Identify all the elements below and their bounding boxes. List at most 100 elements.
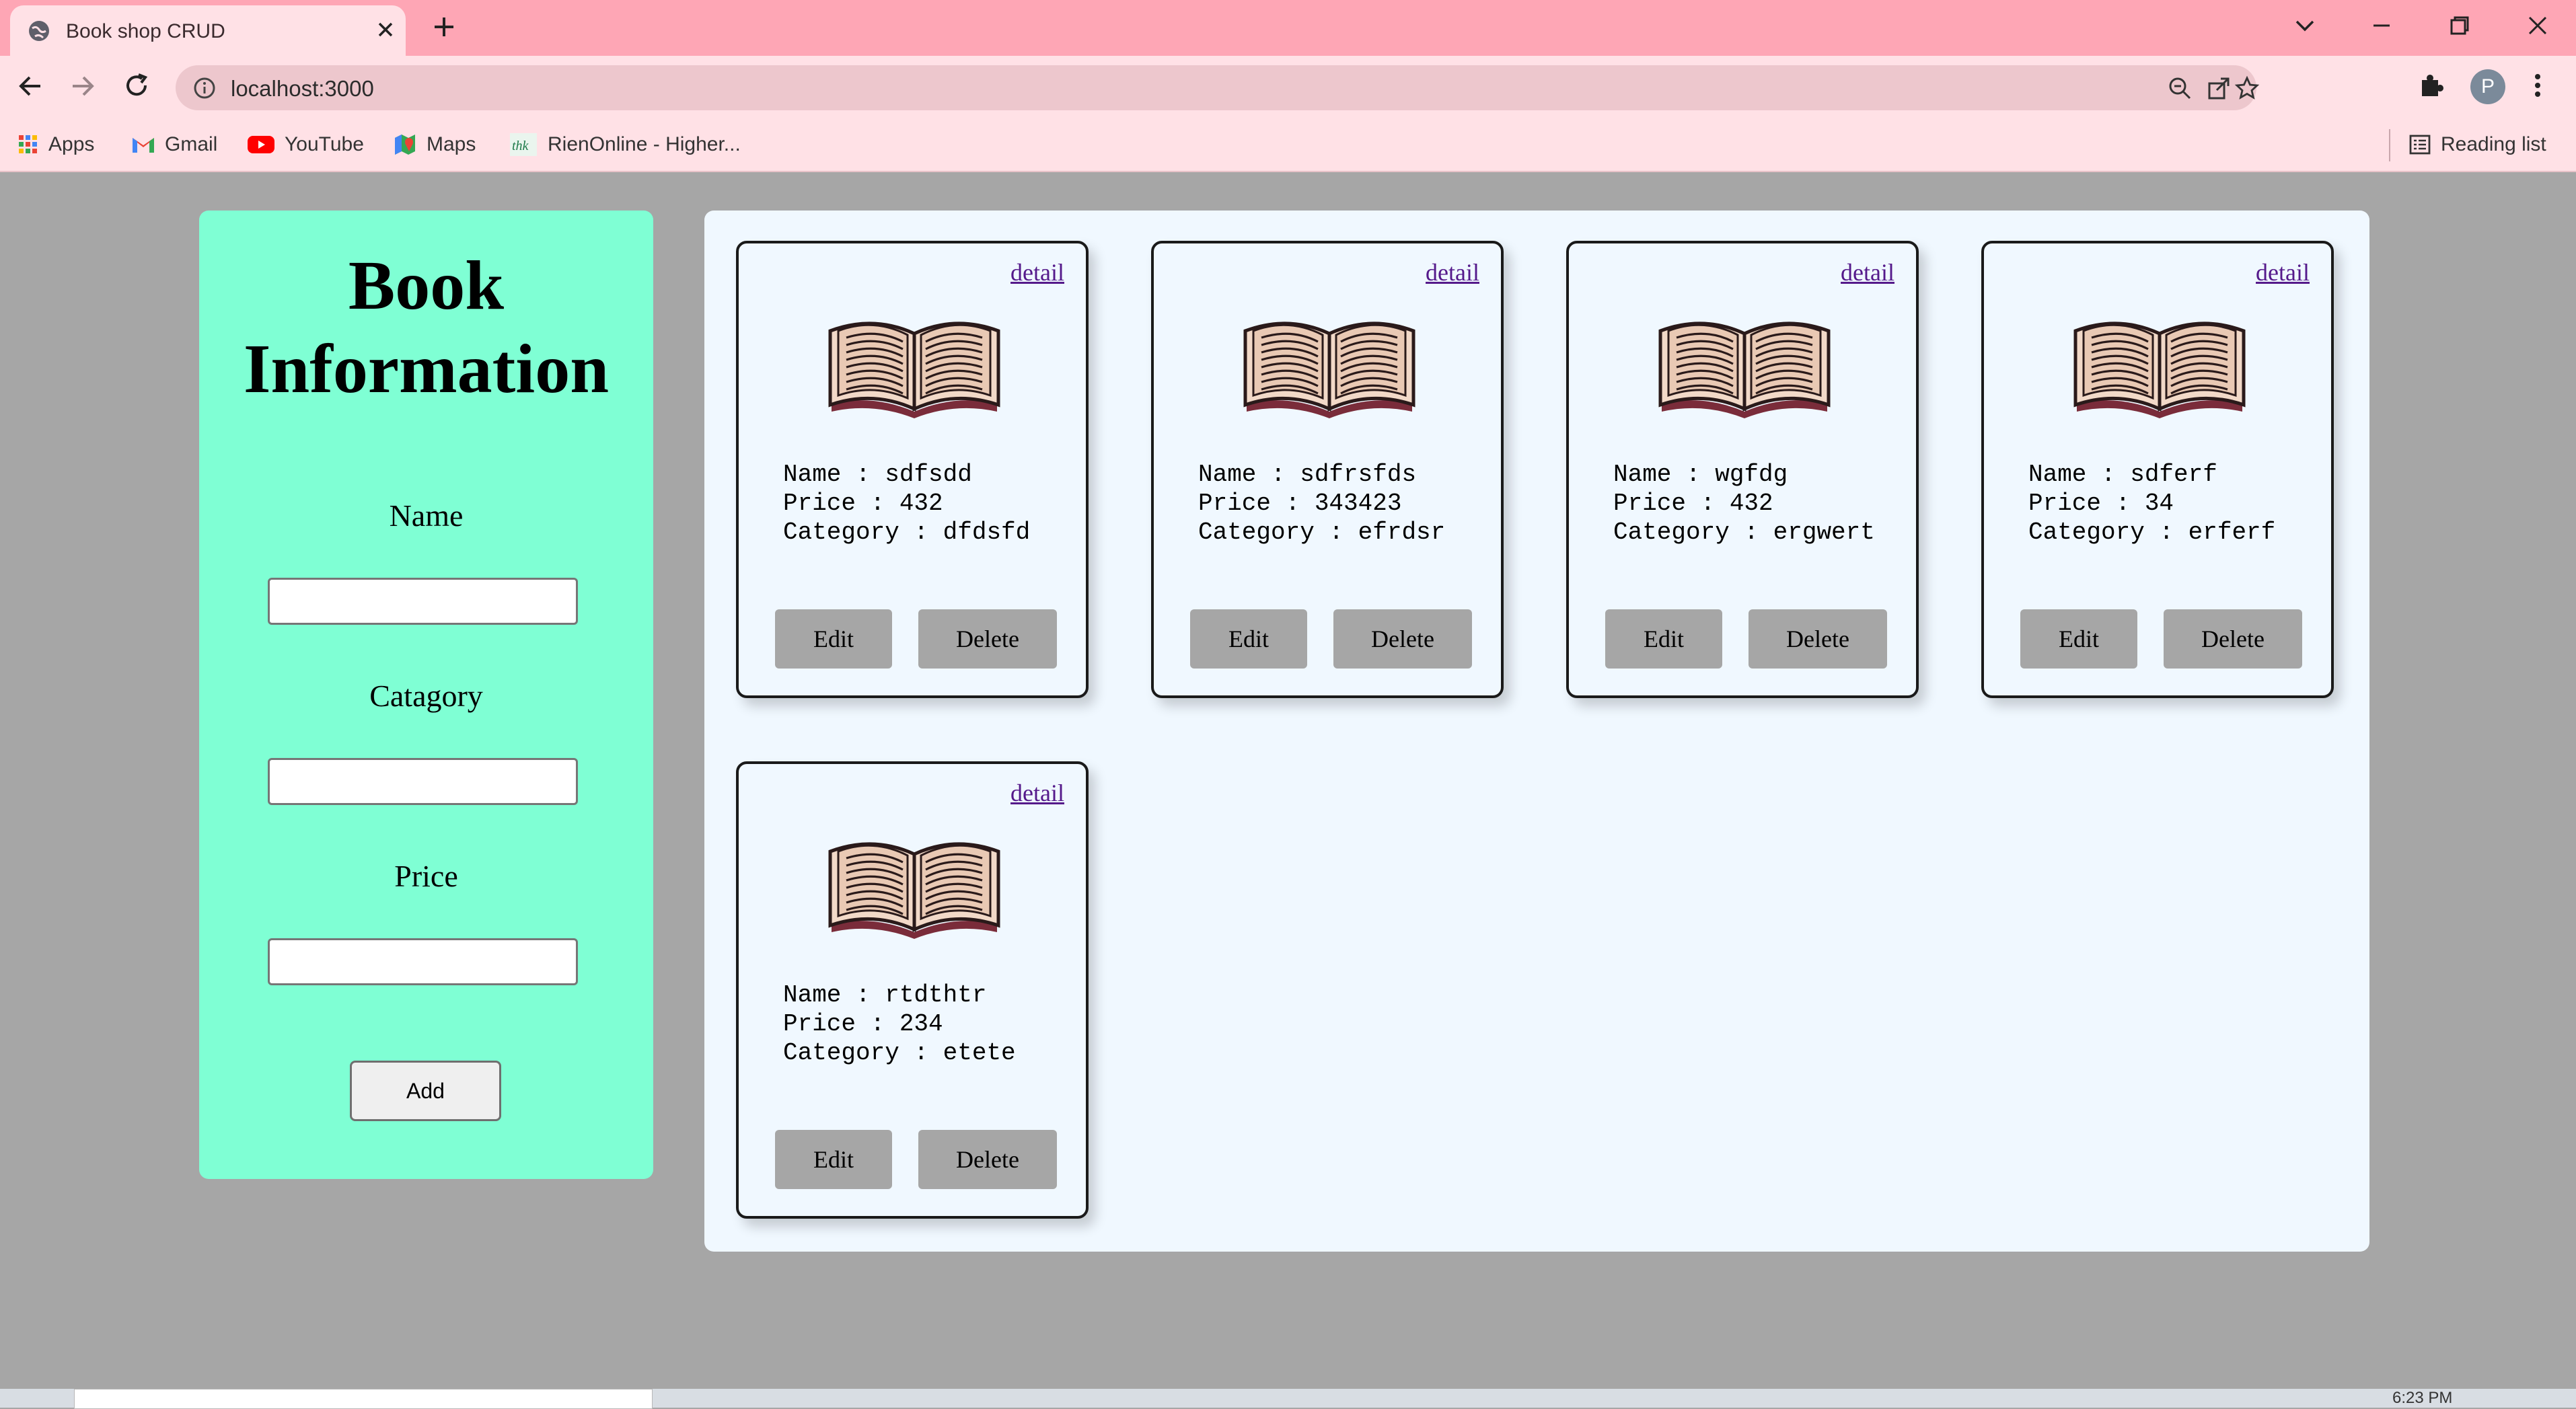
title-line-2: Information [243,330,610,408]
tab-title: Book shop CRUD [66,20,225,42]
bookmark-gmail[interactable]: Gmail [131,130,217,159]
book-category: Category : dfdsfd [783,519,1031,546]
open-book-icon [826,311,1002,422]
book-name: Name : wgfdg [1613,461,1788,488]
book-price: Price : 432 [783,490,943,517]
bookmark-apps[interactable]: Apps [17,130,94,159]
category-label: Catagory [369,679,483,713]
gmail-icon [131,135,155,154]
star-icon[interactable] [2234,75,2260,104]
zoom-out-icon[interactable] [2167,75,2193,104]
book-info: Name : sdfrsfds Price : 343423 Category : … [1198,460,1445,547]
extensions-icon[interactable] [2417,71,2446,104]
globe-icon [27,19,51,46]
name-input[interactable] [268,578,578,625]
bookmark-label: Gmail [165,133,218,155]
book-price: Price : 234 [783,1010,943,1038]
open-book-icon [1241,311,1418,422]
edit-button[interactable]: Edit [775,1130,892,1189]
detail-link[interactable]: detail [2256,258,2310,287]
bookmarks-bar: Apps Gmail YouTube Maps thk RienOnline -… [0,120,2576,172]
book-list-panel: detail Name : sdfsdd Price : 432 Category :… [704,211,2369,1252]
price-input[interactable] [268,938,578,985]
reading-list-button[interactable]: Reading list [2408,130,2546,159]
detail-link[interactable]: detail [1010,779,1064,807]
url-text: localhost:3000 [231,76,374,101]
open-book-icon [1656,311,1833,422]
edit-button[interactable]: Edit [1605,609,1722,669]
delete-button[interactable]: Delete [1333,609,1472,669]
book-card: detail Name : sdferf Price : 34 Category : … [1981,241,2334,698]
book-name: Name : rtdthtr [783,981,987,1009]
title-line-1: Book [348,247,505,324]
book-card: detail Name : rtdthtr Price : 234 Category … [736,761,1089,1219]
minimize-icon[interactable] [2368,12,2395,42]
name-label: Name [389,498,464,533]
avatar[interactable]: P [2470,69,2505,104]
book-category: Category : ergwert [1613,519,1875,546]
detail-link[interactable]: detail [1841,258,1894,287]
book-card: detail Name : sdfsdd Price : 432 Category :… [736,241,1089,698]
price-label: Price [394,859,458,893]
edit-button[interactable]: Edit [775,609,892,669]
book-info: Name : rtdthtr Price : 234 Category : etet… [783,981,1016,1067]
tab-strip: Book shop CRUD [0,0,2576,56]
delete-button[interactable]: Delete [2164,609,2302,669]
book-price: Price : 34 [2028,490,2174,517]
detail-link[interactable]: detail [1426,258,1479,287]
book-card: detail Name : sdfrsfds Price : 343423 Categ… [1151,241,1504,698]
reading-list-icon [2408,133,2431,156]
bookmark-rienonline[interactable]: thk RienOnline - Higher... [509,130,741,159]
chevron-down-icon[interactable] [2291,12,2318,42]
book-info: Name : wgfdg Price : 432 Category : ergwer… [1613,460,1875,547]
bookmark-maps[interactable]: Maps [393,130,476,159]
maps-icon [393,132,417,157]
plus-icon[interactable] [431,13,457,44]
bookmark-label: RienOnline - Higher... [548,133,741,155]
book-info: Name : sdferf Price : 34 Category : erferf [2028,460,2275,547]
info-icon[interactable] [193,77,216,103]
menu-icon[interactable] [2530,71,2546,104]
open-book-icon [2071,311,2248,422]
book-info: Name : sdfsdd Price : 432 Category : dfdsf… [783,460,1030,547]
bookmark-label: YouTube [285,133,364,155]
detail-link[interactable]: detail [1010,258,1064,287]
share-icon[interactable] [2206,75,2232,104]
back-icon[interactable] [15,71,46,105]
book-category: Category : etete [783,1039,1016,1067]
taskbar-search[interactable] [74,1389,653,1409]
book-name: Name : sdferf [2028,461,2217,488]
edit-button[interactable]: Edit [2020,609,2137,669]
bookmark-youtube[interactable]: YouTube [247,130,364,159]
bookmark-label: Apps [48,133,95,155]
taskbar-clock: 6:23 PM [2392,1389,2453,1407]
browser-tab[interactable]: Book shop CRUD [10,5,406,56]
forward-icon[interactable] [67,71,98,105]
page-title: Book Information [199,244,653,411]
browser-toolbar: localhost:3000 P [0,56,2576,120]
rien-icon: thk [509,132,538,157]
bookmark-label: Maps [427,133,476,155]
book-card: detail Name : wgfdg Price : 432 Category : … [1566,241,1919,698]
apps-grid-icon [17,134,39,155]
window-close-icon[interactable] [2524,12,2551,42]
bookmark-separator [2389,129,2390,161]
svg-text:thk: thk [512,139,529,153]
restore-icon[interactable] [2446,12,2473,42]
category-input[interactable] [268,758,578,805]
delete-button[interactable]: Delete [918,609,1057,669]
edit-button[interactable]: Edit [1190,609,1307,669]
book-price: Price : 432 [1613,490,1773,517]
book-name: Name : sdfsdd [783,461,972,488]
delete-button[interactable]: Delete [918,1130,1057,1189]
address-bar[interactable]: localhost:3000 [176,65,2260,110]
book-price: Price : 343423 [1198,490,1402,517]
youtube-icon [247,135,275,155]
open-book-icon [826,831,1002,942]
close-icon[interactable] [373,17,398,45]
reading-list-label: Reading list [2441,133,2546,155]
add-button[interactable]: Add [350,1061,501,1121]
reload-icon[interactable] [121,71,152,105]
delete-button[interactable]: Delete [1749,609,1887,669]
book-name: Name : sdfrsfds [1198,461,1417,488]
